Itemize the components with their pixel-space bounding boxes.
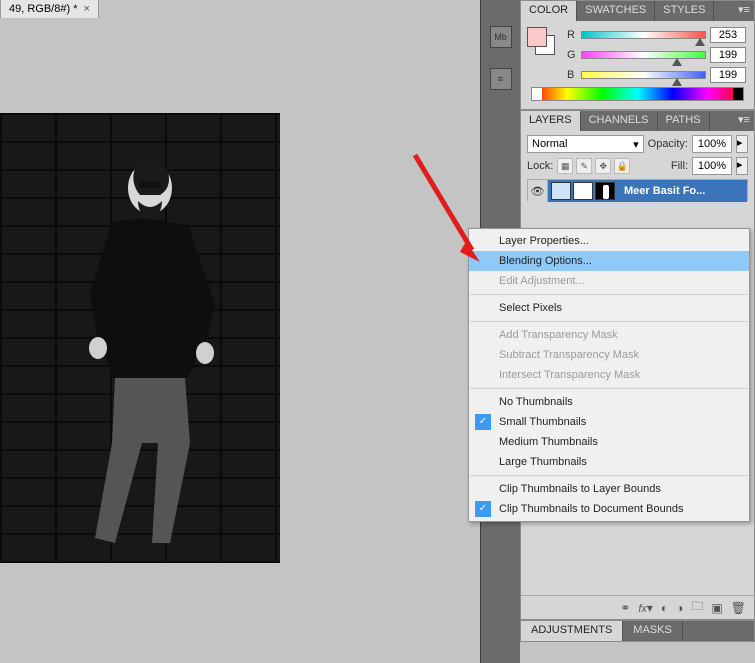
menu-item[interactable]: No Thumbnails bbox=[469, 392, 749, 412]
menu-item: Intersect Transparency Mask bbox=[469, 365, 749, 385]
group-icon[interactable]: 🗀 bbox=[691, 597, 703, 618]
fill-flyout-icon[interactable]: ▸ bbox=[736, 157, 748, 175]
document-title: 49, RGB/8#) * bbox=[9, 3, 77, 15]
lock-pixels-icon[interactable]: ✎ bbox=[576, 158, 592, 174]
b-slider[interactable] bbox=[581, 71, 706, 79]
r-value[interactable]: 253 bbox=[710, 27, 746, 43]
document-tab[interactable]: 49, RGB/8#) * × bbox=[0, 0, 99, 19]
layer-thumbnails bbox=[548, 181, 618, 201]
layer-list: 👁 Meer Basit Fo... bbox=[527, 179, 748, 201]
menu-item[interactable]: Large Thumbnails bbox=[469, 452, 749, 472]
blend-mode-value: Normal bbox=[532, 138, 567, 150]
tab-channels[interactable]: CHANNELS bbox=[581, 111, 658, 131]
menu-item: Subtract Transparency Mask bbox=[469, 345, 749, 365]
layer-mask-icon[interactable]: ◐ bbox=[661, 601, 668, 615]
menu-item[interactable]: Blending Options... bbox=[469, 251, 749, 271]
menu-item: Edit Adjustment... bbox=[469, 271, 749, 291]
fill-label: Fill: bbox=[671, 160, 688, 172]
delete-layer-icon[interactable]: 🗑 bbox=[731, 601, 746, 615]
layer-style-icon[interactable]: fx▾ bbox=[638, 601, 653, 615]
r-slider[interactable] bbox=[581, 31, 706, 39]
lock-label: Lock: bbox=[527, 160, 553, 172]
lock-all-icon[interactable]: 🔒 bbox=[614, 158, 630, 174]
tab-layers[interactable]: LAYERS bbox=[521, 111, 581, 131]
foreground-color-swatch[interactable] bbox=[527, 27, 547, 47]
canvas-area[interactable] bbox=[0, 18, 475, 663]
menu-separator bbox=[470, 475, 748, 476]
g-value[interactable]: 199 bbox=[710, 47, 746, 63]
close-icon[interactable]: × bbox=[83, 3, 89, 15]
panel-menu-icon[interactable]: ▾≡ bbox=[738, 3, 752, 17]
menu-item[interactable]: Layer Properties... bbox=[469, 231, 749, 251]
tab-swatches[interactable]: SWATCHES bbox=[577, 1, 655, 21]
g-slider[interactable] bbox=[581, 51, 706, 59]
layers-footer: ⚭ fx▾ ◐ ◑ 🗀 ▣ 🗑 bbox=[521, 595, 754, 619]
menu-separator bbox=[470, 294, 748, 295]
link-layers-icon[interactable]: ⚭ bbox=[620, 601, 630, 615]
tab-masks[interactable]: MASKS bbox=[623, 621, 683, 641]
document-image bbox=[0, 113, 280, 563]
opacity-flyout-icon[interactable]: ▸ bbox=[736, 135, 748, 153]
b-value[interactable]: 199 bbox=[710, 67, 746, 83]
menu-item[interactable]: Small Thumbnails✓ bbox=[469, 412, 749, 432]
menu-item: Add Transparency Mask bbox=[469, 325, 749, 345]
menu-item[interactable]: Clip Thumbnails to Document Bounds✓ bbox=[469, 499, 749, 519]
color-panel-body: R 253 G 199 B 199 bbox=[521, 21, 754, 109]
color-panel: ▶▶ COLOR SWATCHES STYLES ▾≡ R 253 bbox=[520, 0, 755, 110]
dock-icon-mb[interactable]: Mb bbox=[490, 26, 512, 48]
new-layer-icon[interactable]: ▣ bbox=[711, 601, 722, 615]
chevron-down-icon: ▾ bbox=[633, 138, 639, 151]
lock-transparency-icon[interactable]: ▦ bbox=[557, 158, 573, 174]
layer-thumb-mask[interactable] bbox=[573, 182, 593, 200]
check-icon: ✓ bbox=[475, 501, 491, 517]
lock-position-icon[interactable]: ✥ bbox=[595, 158, 611, 174]
blend-mode-select[interactable]: Normal ▾ bbox=[527, 135, 644, 153]
menu-item[interactable]: Clip Thumbnails to Layer Bounds bbox=[469, 479, 749, 499]
layer-thumb-adjustment[interactable] bbox=[551, 182, 571, 200]
fill-value[interactable]: 100% bbox=[692, 157, 732, 175]
layer-item-selected[interactable]: 👁 Meer Basit Fo... bbox=[528, 180, 747, 202]
tab-color[interactable]: COLOR bbox=[521, 1, 577, 21]
tab-styles[interactable]: STYLES bbox=[655, 1, 714, 21]
opacity-value[interactable]: 100% bbox=[692, 135, 732, 153]
person-figure bbox=[40, 143, 240, 553]
color-ramp[interactable] bbox=[531, 87, 744, 101]
layer-thumb-content[interactable] bbox=[595, 182, 615, 200]
menu-item[interactable]: Medium Thumbnails bbox=[469, 432, 749, 452]
menu-separator bbox=[470, 321, 748, 322]
r-label: R bbox=[567, 29, 577, 41]
adjustments-panel: ADJUSTMENTS MASKS bbox=[520, 620, 755, 642]
layer-context-menu: Layer Properties...Blending Options...Ed… bbox=[468, 228, 750, 522]
adjustments-tabs: ADJUSTMENTS MASKS bbox=[521, 621, 754, 641]
visibility-eye-icon[interactable]: 👁 bbox=[528, 180, 548, 202]
dock-icon-paragraph[interactable]: ≡ bbox=[490, 68, 512, 90]
g-label: G bbox=[567, 49, 577, 61]
layer-name-label[interactable]: Meer Basit Fo... bbox=[618, 185, 705, 197]
opacity-label: Opacity: bbox=[648, 138, 688, 150]
tab-adjustments[interactable]: ADJUSTMENTS bbox=[521, 621, 623, 641]
check-icon: ✓ bbox=[475, 414, 491, 430]
layers-panel-tabs: LAYERS CHANNELS PATHS ▾≡ bbox=[521, 111, 754, 131]
menu-separator bbox=[470, 388, 748, 389]
lock-buttons: ▦ ✎ ✥ 🔒 bbox=[557, 158, 630, 174]
adjustment-layer-icon[interactable]: ◑ bbox=[676, 601, 683, 615]
foreground-background-swatch[interactable] bbox=[527, 27, 555, 55]
b-label: B bbox=[567, 69, 577, 81]
tab-paths[interactable]: PATHS bbox=[658, 111, 710, 131]
menu-item[interactable]: Select Pixels bbox=[469, 298, 749, 318]
panel-menu-icon[interactable]: ▾≡ bbox=[738, 113, 752, 127]
color-panel-tabs: ▶▶ COLOR SWATCHES STYLES ▾≡ bbox=[521, 1, 754, 21]
